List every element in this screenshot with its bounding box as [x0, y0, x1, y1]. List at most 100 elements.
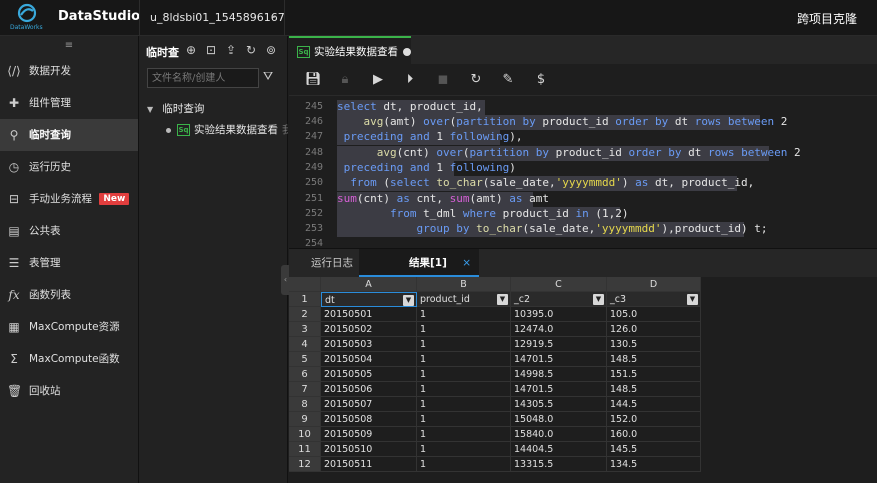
table-cell[interactable]: 20150504 [321, 352, 417, 367]
sidebar-item-run-history[interactable]: ◷ 运行历史 [0, 151, 138, 183]
table-cell[interactable]: 20150502 [321, 322, 417, 337]
table-cell[interactable]: 151.5 [607, 367, 701, 382]
table-cell[interactable]: 10395.0 [511, 307, 607, 322]
dropdown-icon[interactable]: ▼ [403, 295, 414, 306]
table-cell[interactable]: 14998.5 [511, 367, 607, 382]
tree-folder-temporary-query[interactable]: ▼ 临时查询 [147, 101, 204, 116]
table-cell[interactable]: 160.0 [607, 427, 701, 442]
sidebar-item-maxcompute-resources[interactable]: ▦ MaxCompute资源 [0, 311, 138, 343]
table-cell[interactable]: 1 [417, 427, 511, 442]
new-file-icon[interactable]: ⊕ [183, 42, 199, 58]
close-icon[interactable]: × [462, 249, 471, 277]
table-cell[interactable]: 152.0 [607, 412, 701, 427]
table-cell[interactable]: 15840.0 [511, 427, 607, 442]
format-icon[interactable]: ✎ [500, 72, 516, 88]
sidebar-item-manual-workflow[interactable]: ⊟ 手动业务流程 New [0, 183, 138, 215]
row-number: 11 [289, 442, 321, 457]
menu-collapse-icon[interactable]: ≡ [0, 36, 138, 55]
table-cell[interactable]: 20150508 [321, 412, 417, 427]
table-cell[interactable]: 1 [417, 352, 511, 367]
table-cell[interactable]: 20150507 [321, 397, 417, 412]
table-cell[interactable]: 20150506 [321, 382, 417, 397]
table-cell[interactable]: 1 [417, 307, 511, 322]
save-icon[interactable]: 💾︎ [305, 72, 322, 88]
locate-icon[interactable]: ⊚ [263, 42, 279, 58]
sql-editor[interactable]: 245 246 247 248 249 250 251 252 253 254 … [289, 96, 877, 248]
column-letter-b[interactable]: B [417, 277, 511, 292]
filter-icon[interactable]: ⛛ [263, 69, 273, 84]
new-document-icon[interactable]: ⊡ [203, 42, 219, 58]
line-number: 254 [304, 238, 323, 248]
column-letter-d[interactable]: D [607, 277, 701, 292]
table-cell[interactable]: 14305.5 [511, 397, 607, 412]
table-cell[interactable]: 126.0 [607, 322, 701, 337]
table-cell[interactable]: 1 [417, 442, 511, 457]
sidebar-item-recycle-bin[interactable]: 🗑 回收站 [0, 375, 138, 407]
table-cell[interactable]: 12474.0 [511, 322, 607, 337]
tree-file-item[interactable]: Sq 实验结果数据查看我 [166, 122, 288, 137]
field-header-dt[interactable]: dt ▼ [321, 292, 417, 307]
table-cell[interactable]: 14701.5 [511, 352, 607, 367]
table-cell[interactable]: 20150503 [321, 337, 417, 352]
file-search-input[interactable] [147, 68, 259, 88]
table-cell[interactable]: 1 [417, 412, 511, 427]
sidebar-item-label: 表管理 [29, 257, 61, 269]
table-cell[interactable]: 13315.5 [511, 457, 607, 472]
file-label: 实验结果数据查看 [194, 124, 278, 136]
editor-tab[interactable]: Sq 实验结果数据查看 [289, 36, 411, 64]
table-cell[interactable]: 12919.5 [511, 337, 607, 352]
sidebar-item-public-tables[interactable]: ▤ 公共表 [0, 215, 138, 247]
table-cell[interactable]: 1 [417, 367, 511, 382]
cross-project-clone-button[interactable]: 跨项目克隆 [797, 10, 857, 27]
table-cell[interactable]: 15048.0 [511, 412, 607, 427]
sidebar-item-maxcompute-functions[interactable]: Σ MaxCompute函数 [0, 343, 138, 375]
sidebar-item-table-management[interactable]: ☰ 表管理 [0, 247, 138, 279]
run-icon[interactable]: ▶ [370, 72, 386, 88]
field-header-c2[interactable]: _c2 ▼ [511, 292, 607, 307]
column-letter-a[interactable]: A [321, 277, 417, 292]
table-cell[interactable]: 1 [417, 397, 511, 412]
table-cell[interactable]: 148.5 [607, 352, 701, 367]
table-cell[interactable]: 148.5 [607, 382, 701, 397]
table-cell[interactable]: 14404.5 [511, 442, 607, 457]
sidebar-item-component-management[interactable]: ✚ 组件管理 [0, 87, 138, 119]
table-cell[interactable]: 130.5 [607, 337, 701, 352]
dropdown-icon[interactable]: ▼ [687, 294, 698, 305]
table-cell[interactable]: 1 [417, 382, 511, 397]
dataworks-logo[interactable]: DataWorks [10, 3, 44, 33]
table-cell[interactable]: 20150505 [321, 367, 417, 382]
table-cell[interactable]: 20150511 [321, 457, 417, 472]
cost-estimate-icon[interactable]: $ [533, 72, 549, 88]
table-cell[interactable]: 20150501 [321, 307, 417, 322]
table-cell[interactable]: 105.0 [607, 307, 701, 322]
dropdown-icon[interactable]: ▼ [593, 294, 604, 305]
refresh-icon[interactable]: ↻ [243, 42, 259, 58]
table-cell[interactable]: 20150509 [321, 427, 417, 442]
reload-icon[interactable]: ↻ [468, 72, 484, 88]
sidebar-item-label: 回收站 [29, 385, 61, 397]
sidebar-item-temporary-query[interactable]: ⚲ 临时查询 [0, 119, 138, 151]
row-number: 4 [289, 337, 321, 352]
table-cell[interactable]: 144.5 [607, 397, 701, 412]
import-icon[interactable]: ⇪ [223, 42, 239, 58]
field-header-productid[interactable]: product_id ▼ [417, 292, 511, 307]
table-cell[interactable]: 145.5 [607, 442, 701, 457]
table-cell[interactable]: 20150510 [321, 442, 417, 457]
project-selector[interactable]: u_8ldsbi01_1545896167 ⌄ [139, 0, 285, 36]
table-cell[interactable]: 1 [417, 337, 511, 352]
column-letter-c[interactable]: C [511, 277, 607, 292]
line-number: 250 [304, 177, 323, 188]
table-cell[interactable]: 14701.5 [511, 382, 607, 397]
table-cell[interactable]: 1 [417, 322, 511, 337]
sidebar-item-data-development[interactable]: ⟨/⟩ 数据开发 [0, 55, 138, 87]
unsaved-dot-icon[interactable] [403, 48, 411, 56]
run-with-params-icon[interactable]: ⏵ [402, 72, 418, 88]
table-cell[interactable]: 134.5 [607, 457, 701, 472]
dropdown-icon[interactable]: ▼ [497, 294, 508, 305]
file-owner: 我 [282, 124, 288, 136]
sidebar-item-function-list[interactable]: fx 函数列表 [0, 279, 138, 311]
field-header-c3[interactable]: _c3 ▼ [607, 292, 701, 307]
tab-result-1[interactable]: 结果[1] × [359, 249, 479, 277]
new-badge: New [99, 193, 130, 205]
table-cell[interactable]: 1 [417, 457, 511, 472]
